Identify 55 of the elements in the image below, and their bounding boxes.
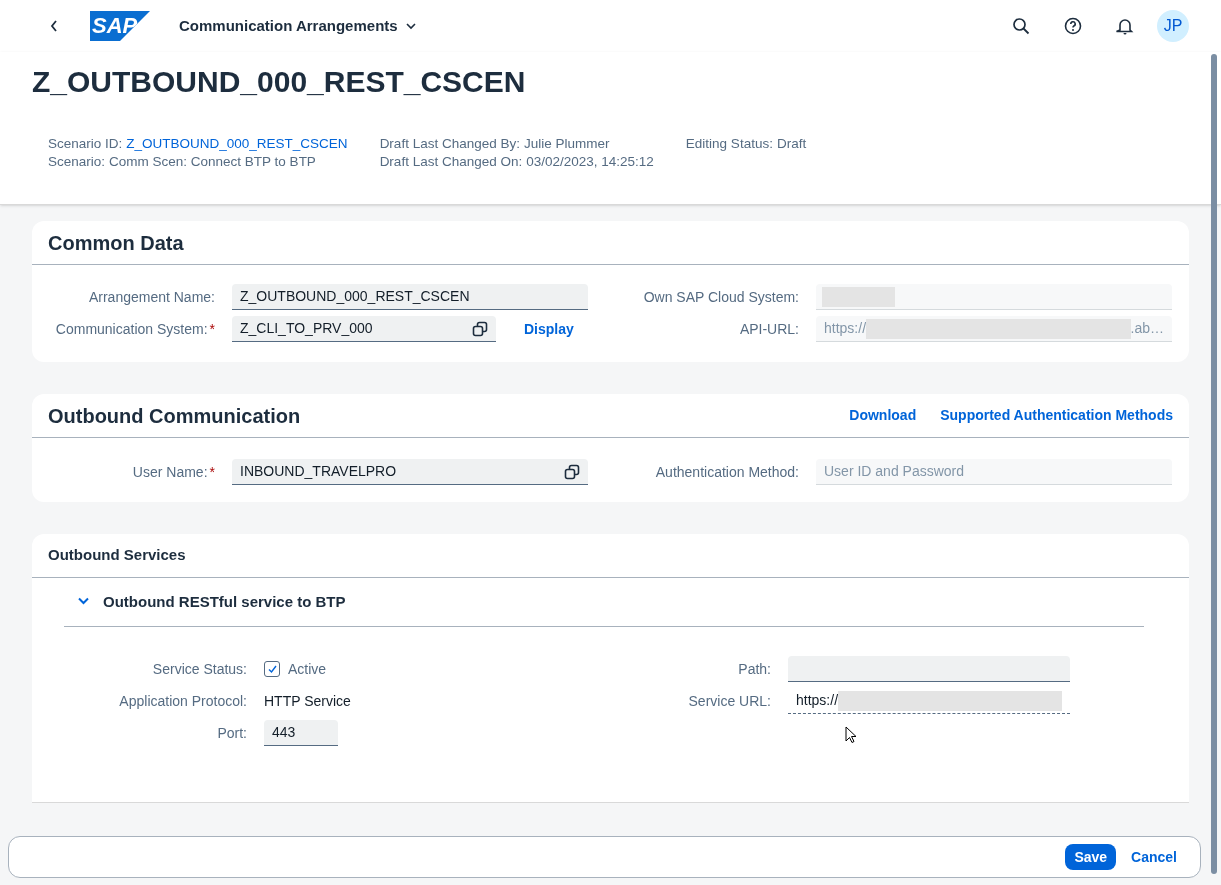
input-field[interactable]: Z_OUTBOUND_000_REST_CSCEN — [232, 284, 588, 310]
help-icon — [1064, 17, 1082, 35]
field-label: Service Status: — [152, 659, 247, 679]
field-value: HTTP Service — [264, 692, 351, 711]
scenario-link[interactable]: Z_OUTBOUND_000_REST_CSCEN — [126, 135, 348, 153]
input-field[interactable]: 443 — [264, 720, 338, 746]
section-title: Common Data — [48, 230, 184, 256]
attribute-label: Editing Status: — [685, 135, 773, 153]
header-link[interactable]: Download — [849, 405, 917, 426]
save-button[interactable]: Save — [1065, 844, 1117, 870]
required-mark: * — [209, 319, 215, 339]
field-label: Own SAP Cloud System: — [643, 287, 799, 307]
field-label: User Name: — [132, 462, 208, 482]
required-mark: * — [209, 462, 215, 482]
field-label: API-URL: — [739, 319, 799, 339]
field-label: Arrangement Name: — [88, 287, 215, 307]
attribute-label: Scenario: — [48, 153, 106, 171]
input-field[interactable]: INBOUND_TRAVELPRO — [232, 459, 588, 485]
header-link[interactable]: Supported Authentication Methods — [940, 405, 1173, 426]
field-label: Application Protocol: — [119, 691, 247, 711]
attribute-value: Comm Scen: Connect BTP to BTP — [109, 153, 316, 171]
attribute-value: Julie Plummer — [523, 135, 610, 153]
checkbox[interactable] — [264, 661, 280, 677]
field-label: Service URL: — [688, 691, 771, 711]
input-field[interactable] — [788, 656, 1070, 682]
attribute-label: Scenario ID: — [48, 135, 123, 153]
field-label: Communication System: — [55, 319, 208, 339]
checkmark-icon — [267, 664, 277, 674]
sap-logo: SAP — [90, 11, 150, 41]
checkbox-label: Active — [288, 659, 327, 679]
input-field[interactable]: Z_CLI_TO_PRV_000 — [232, 316, 496, 342]
read-only-field: https:// .ab… — [816, 316, 1172, 342]
scrollbar-thumb[interactable] — [1211, 54, 1217, 874]
section-title: Outbound Services — [48, 545, 186, 566]
attribute-value: 03/02/2023, 14:25:12 — [526, 153, 654, 171]
panel-header[interactable]: Outbound RESTful service to BTP — [64, 578, 1144, 627]
field-label: Path: — [738, 659, 771, 679]
notification-bell-icon — [1116, 17, 1134, 35]
section-title: Outbound Communication — [48, 403, 301, 429]
back-icon — [49, 19, 59, 33]
field-label: Port: — [217, 723, 247, 743]
attribute-value: Draft — [776, 135, 807, 153]
attribute-label: Draft Last Changed By: — [379, 135, 520, 153]
display-link[interactable]: Display — [524, 318, 574, 340]
app-title-menu[interactable]: Communication Arrangements — [179, 14, 416, 38]
mouse-cursor-icon — [845, 726, 857, 744]
search-icon — [1012, 17, 1030, 35]
chevron-down-icon — [405, 22, 416, 30]
attribute-label: Draft Last Changed On: — [379, 153, 523, 171]
page-title: Z_OUTBOUND_000_REST_CSCEN — [32, 64, 527, 99]
field-label: Authentication Method: — [655, 462, 799, 482]
read-only-field: https:// — [788, 688, 1070, 714]
user-avatar[interactable]: JP — [1157, 10, 1189, 42]
read-only-field: User ID and Password — [816, 459, 1172, 485]
cancel-button[interactable]: Cancel — [1122, 844, 1186, 870]
